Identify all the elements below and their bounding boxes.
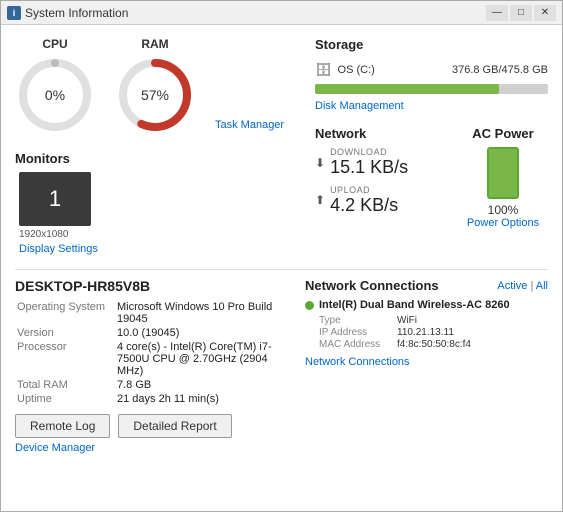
network-title: Network	[315, 126, 428, 141]
info-key: Operating System	[15, 300, 115, 326]
info-key: Version	[15, 326, 115, 340]
cpu-gauge: 0%	[15, 55, 95, 135]
cpu-label: CPU	[42, 37, 67, 51]
monitors-title: Monitors	[15, 151, 295, 166]
drive-size: 376.8 GB/475.8 GB	[452, 64, 548, 76]
network-connections-bottom-link[interactable]: Network Connections	[305, 356, 548, 368]
connection-item: Intel(R) Dual Band Wireless-AC 8260	[305, 299, 548, 311]
connection-name: Intel(R) Dual Band Wireless-AC 8260	[319, 299, 510, 311]
upload-value: 4.2 KB/s	[330, 195, 398, 217]
info-value: 4 core(s) - Intel(R) Core(TM) i7-7500U C…	[115, 340, 285, 378]
download-row: ⬇ DOWNLOAD 15.1 KB/s	[315, 147, 428, 179]
close-button[interactable]: ✕	[534, 5, 556, 21]
monitor-resolution: 1920x1080	[19, 229, 295, 240]
cpu-value: 0%	[45, 87, 65, 103]
info-value: 21 days 2h 11 min(s)	[115, 392, 285, 406]
monitor-display: 1	[19, 172, 91, 226]
disk-management-link[interactable]: Disk Management	[315, 100, 548, 112]
info-key: Processor	[15, 340, 115, 378]
bottom-section: DESKTOP-HR85V8B Operating System Microso…	[15, 278, 548, 503]
storage-row: 🗄 OS (C:) 376.8 GB/475.8 GB	[315, 62, 548, 78]
storage-bar-track	[315, 84, 548, 94]
storage-section: Storage 🗄 OS (C:) 376.8 GB/475.8 GB Disk…	[315, 37, 548, 112]
storage-bar-fill	[315, 84, 499, 94]
battery-fill	[489, 149, 517, 197]
maximize-button[interactable]: □	[510, 5, 532, 21]
upload-row: ⬆ UPLOAD 4.2 KB/s	[315, 185, 428, 217]
title-bar-buttons: — □ ✕	[486, 5, 556, 21]
ram-label: RAM	[141, 37, 168, 51]
network-connections-header: Network Connections Active | All	[305, 278, 548, 293]
ac-power-title: AC Power	[458, 126, 548, 141]
bottom-buttons-row: Remote Log Detailed Report	[15, 414, 285, 438]
all-filter-link[interactable]: All	[536, 280, 548, 292]
info-value: 7.8 GB	[115, 378, 285, 392]
info-key: Uptime	[15, 392, 115, 406]
conn-ip-val: 110.21.13.11	[397, 327, 454, 338]
conn-ip-key: IP Address	[319, 327, 389, 338]
content-area: CPU 0% RAM	[1, 25, 562, 511]
network-section: Network ⬇ DOWNLOAD 15.1 KB/s ⬆ UPLOAD	[315, 126, 428, 229]
title-bar: i System Information — □ ✕	[1, 1, 562, 25]
task-manager-link[interactable]: Task Manager	[215, 119, 284, 131]
conn-mac-row: MAC Address f4:8c:50:50:8c:f4	[319, 339, 548, 350]
ram-value: 57%	[141, 87, 169, 103]
conn-type-row: Type WiFi	[319, 315, 548, 326]
conn-mac-key: MAC Address	[319, 339, 389, 350]
download-icon: ⬇	[315, 156, 325, 170]
system-info-title: DESKTOP-HR85V8B	[15, 278, 285, 294]
ram-gauge: 57%	[115, 55, 195, 135]
power-options-link[interactable]: Power Options	[458, 217, 548, 229]
table-row: Operating System Microsoft Windows 10 Pr…	[15, 300, 285, 326]
display-settings-link[interactable]: Display Settings	[19, 243, 295, 255]
network-ac-row: Network ⬇ DOWNLOAD 15.1 KB/s ⬆ UPLOAD	[315, 126, 548, 229]
info-value: Microsoft Windows 10 Pro Build 19045	[115, 300, 285, 326]
conn-ip-row: IP Address 110.21.13.11	[319, 327, 548, 338]
system-info-table: Operating System Microsoft Windows 10 Pr…	[15, 300, 285, 406]
conn-mac-val: f4:8c:50:50:8c:f4	[397, 339, 471, 350]
system-info-panel: DESKTOP-HR85V8B Operating System Microso…	[15, 278, 285, 503]
monitor-count: 1	[49, 186, 61, 212]
table-row: Processor 4 core(s) - Intel(R) Core(TM) …	[15, 340, 285, 378]
app-icon: i	[7, 6, 21, 20]
window-title: System Information	[25, 6, 486, 20]
info-value: 10.0 (19045)	[115, 326, 285, 340]
network-connections-title: Network Connections	[305, 278, 497, 293]
conn-type-key: Type	[319, 315, 389, 326]
remote-log-button[interactable]: Remote Log	[15, 414, 110, 438]
right-panel: Storage 🗄 OS (C:) 376.8 GB/475.8 GB Disk…	[295, 37, 548, 255]
battery-icon	[487, 147, 519, 199]
top-section: CPU 0% RAM	[15, 37, 548, 255]
active-filter-link[interactable]: Active	[497, 280, 527, 292]
upload-icon: ⬆	[315, 193, 325, 207]
connection-details: Type WiFi IP Address 110.21.13.11 MAC Ad…	[319, 315, 548, 350]
minimize-button[interactable]: —	[486, 5, 508, 21]
table-row: Total RAM 7.8 GB	[15, 378, 285, 392]
table-row: Version 10.0 (19045)	[15, 326, 285, 340]
download-label: DOWNLOAD	[330, 147, 408, 157]
main-window: i System Information — □ ✕ CPU	[0, 0, 563, 512]
cpu-gauge-container: CPU 0%	[15, 37, 95, 135]
drive-label: OS (C:)	[338, 64, 375, 76]
left-panel: CPU 0% RAM	[15, 37, 295, 255]
upload-label: UPLOAD	[330, 185, 398, 195]
ac-power-section: AC Power 100% Power Options	[458, 126, 548, 229]
ram-gauge-container: RAM 57%	[115, 37, 195, 135]
drive-icon: 🗄	[315, 62, 332, 78]
storage-title: Storage	[315, 37, 548, 52]
device-manager-link[interactable]: Device Manager	[15, 442, 285, 454]
network-connections-panel: Network Connections Active | All Intel(R…	[305, 278, 548, 503]
connection-status-dot	[305, 301, 314, 310]
download-value: 15.1 KB/s	[330, 157, 408, 179]
conn-type-val: WiFi	[397, 315, 417, 326]
ac-percent: 100%	[458, 203, 548, 217]
gauges-row: CPU 0% RAM	[15, 37, 295, 139]
detailed-report-button[interactable]: Detailed Report	[118, 414, 231, 438]
monitors-section: Monitors 1 1920x1080 Display Settings	[15, 151, 295, 255]
section-divider	[15, 269, 548, 270]
info-key: Total RAM	[15, 378, 115, 392]
table-row: Uptime 21 days 2h 11 min(s)	[15, 392, 285, 406]
